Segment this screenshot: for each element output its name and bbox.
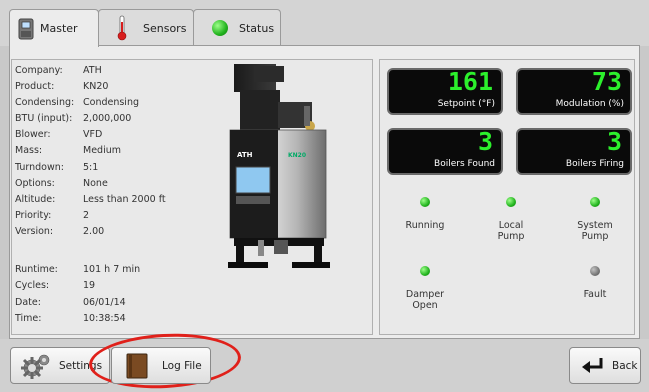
tab-sensors[interactable]: Sensors xyxy=(98,9,194,46)
boiler-model-text: KN20 xyxy=(288,152,306,159)
info-row-time: Time: 10:38:54 xyxy=(15,312,126,326)
modulation-readout: 73 Modulation (%) xyxy=(516,67,632,115)
info-row-btu: BTU (input): 2,000,000 xyxy=(15,112,131,126)
modulation-value: 73 xyxy=(591,67,622,96)
info-value: 06/01/14 xyxy=(83,297,126,308)
tab-status[interactable]: Status xyxy=(193,9,281,46)
log-file-button[interactable]: Log File xyxy=(111,347,211,384)
info-value: KN20 xyxy=(83,81,109,92)
boiler-logo-text: ATH xyxy=(237,151,253,159)
info-key: Altitude: xyxy=(15,194,56,205)
system-pump-led-icon xyxy=(590,197,600,207)
setpoint-caption: Setpoint (°F) xyxy=(437,99,495,109)
info-key: BTU (input): xyxy=(15,113,73,124)
info-key: Product: xyxy=(15,81,55,92)
boiler-product-image: ATH KN20 xyxy=(218,62,338,272)
info-value: VFD xyxy=(83,129,103,140)
damper-open-led-icon xyxy=(420,266,430,276)
info-value: ATH xyxy=(83,65,102,76)
local-pump-label: Local Pump xyxy=(497,220,525,242)
info-key: Version: xyxy=(15,226,54,237)
info-row-runtime: Runtime: 101 h 7 min xyxy=(15,263,140,277)
running-label: Running xyxy=(405,220,445,231)
info-row-date: Date: 06/01/14 xyxy=(15,296,126,310)
tab-sensors-label: Sensors xyxy=(143,21,187,35)
setpoint-readout: 161 Setpoint (°F) xyxy=(387,67,503,115)
info-key: Condensing: xyxy=(15,97,75,108)
info-value: Condensing xyxy=(83,97,140,108)
log-file-label: Log File xyxy=(162,359,202,372)
boilers-firing-caption: Boilers Firing xyxy=(565,159,624,169)
info-value: 10:38:54 xyxy=(83,313,126,324)
modulation-caption: Modulation (%) xyxy=(555,99,624,109)
book-icon xyxy=(126,353,148,379)
info-row-product: Product: KN20 xyxy=(15,80,108,94)
damper-open-label: Damper Open xyxy=(405,289,445,311)
back-label: Back xyxy=(612,359,638,372)
info-key: Company: xyxy=(15,65,63,76)
info-key: Options: xyxy=(15,178,55,189)
boilers-found-value: 3 xyxy=(477,127,493,156)
info-value: Medium xyxy=(83,145,121,156)
green-led-icon xyxy=(212,20,228,36)
info-row-mass: Mass: Medium xyxy=(15,144,121,158)
info-value: 2,000,000 xyxy=(83,113,132,124)
gears-icon xyxy=(21,353,51,379)
boilers-found-caption: Boilers Found xyxy=(434,159,495,169)
info-value: None xyxy=(83,178,108,189)
info-key: Blower: xyxy=(15,129,51,140)
info-key: Time: xyxy=(15,313,42,324)
info-row-options: Options: None xyxy=(15,177,108,191)
info-value: Less than 2000 ft xyxy=(83,194,166,205)
boilers-firing-value: 3 xyxy=(606,127,622,156)
info-row-version: Version: 2.00 xyxy=(15,225,104,239)
thermometer-icon xyxy=(117,15,127,41)
info-row-condensing: Condensing: Condensing xyxy=(15,96,139,110)
boilers-found-readout: 3 Boilers Found xyxy=(387,127,503,175)
info-value: 101 h 7 min xyxy=(83,264,141,275)
info-row-cycles: Cycles: 19 xyxy=(15,279,95,293)
info-value: 19 xyxy=(83,280,96,291)
running-led-icon xyxy=(420,197,430,207)
boilers-firing-readout: 3 Boilers Firing xyxy=(516,127,632,175)
info-value: 2.00 xyxy=(83,226,105,237)
system-pump-label: System Pump xyxy=(577,220,613,242)
back-arrow-icon xyxy=(580,356,604,376)
info-row-company: Company: ATH xyxy=(15,64,102,78)
info-row-turndown: Turndown: 5:1 xyxy=(15,161,98,175)
info-value: 5:1 xyxy=(83,162,99,173)
fault-led-icon xyxy=(590,266,600,276)
fault-label: Fault xyxy=(583,289,607,300)
tab-master[interactable]: Master xyxy=(9,9,99,47)
boiler-icon xyxy=(18,18,34,40)
info-key: Cycles: xyxy=(15,280,50,291)
back-button[interactable]: Back xyxy=(569,347,641,384)
info-row-priority: Priority: 2 xyxy=(15,209,89,223)
tab-master-label: Master xyxy=(40,22,78,35)
info-key: Priority: xyxy=(15,210,52,221)
local-pump-led-icon xyxy=(506,197,516,207)
info-key: Turndown: xyxy=(15,162,64,173)
tab-status-label: Status xyxy=(239,21,275,35)
info-row-altitude: Altitude: Less than 2000 ft xyxy=(15,193,166,207)
info-key: Date: xyxy=(15,297,41,308)
info-key: Mass: xyxy=(15,145,43,156)
info-row-blower: Blower: VFD xyxy=(15,128,102,142)
info-key: Runtime: xyxy=(15,264,58,275)
info-value: 2 xyxy=(83,210,90,221)
setpoint-value: 161 xyxy=(447,67,493,96)
